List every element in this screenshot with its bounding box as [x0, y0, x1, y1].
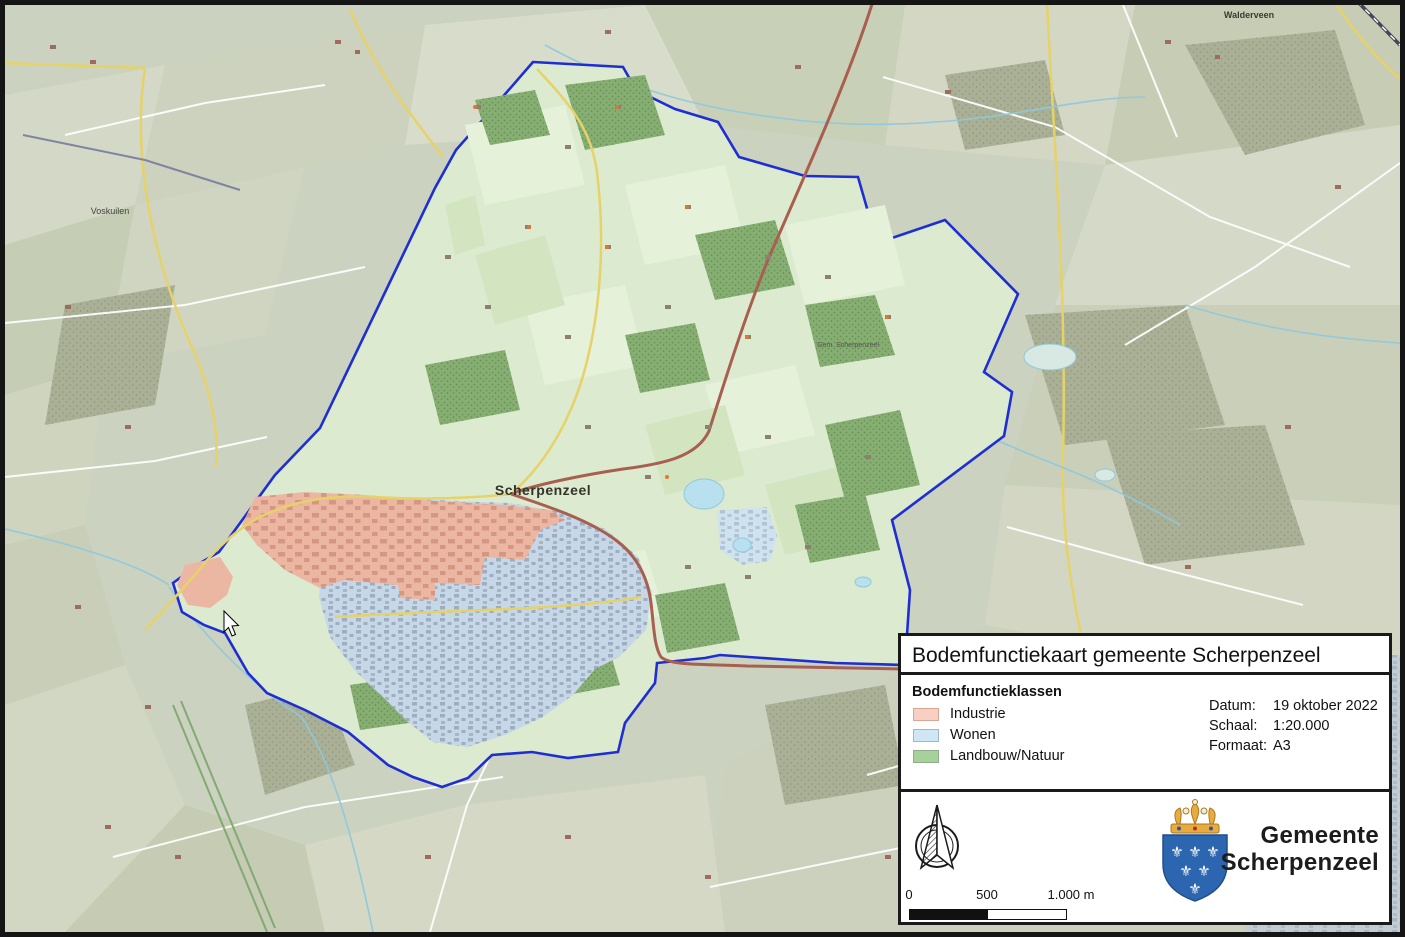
scalebar-tick-500: 500	[976, 887, 998, 902]
label-voskuilen: Voskuilen	[91, 206, 130, 216]
industrie-swatch	[913, 708, 939, 721]
landbouw-natuur-swatch	[913, 750, 939, 763]
meta-schaal: Schaal:1:20.000	[1209, 718, 1378, 734]
svg-text:⚜: ⚜	[1206, 843, 1219, 861]
meta-label: Formaat:	[1209, 738, 1273, 754]
svg-text:⚜: ⚜	[1179, 862, 1192, 880]
legend-item-label: Landbouw/Natuur	[950, 748, 1064, 764]
branding-line1: Gemeente	[1221, 822, 1379, 849]
map-metadata: Datum:19 oktober 2022 Schaal:1:20.000 Fo…	[1209, 694, 1378, 754]
wonen-swatch	[913, 729, 939, 742]
meta-formaat: Formaat:A3	[1209, 738, 1378, 754]
panel-footer: 0 500 1.000 m	[901, 792, 1389, 931]
label-gem-scherpenzeel: Gem. Scherpenzeel	[817, 342, 879, 349]
label-walderveen: Walderveen	[1224, 10, 1274, 20]
meta-label: Datum:	[1209, 698, 1273, 714]
scalebar-tick-1000: 1.000 m	[1048, 887, 1095, 902]
svg-text:⚜: ⚜	[1188, 880, 1201, 898]
meta-datum: Datum:19 oktober 2022	[1209, 698, 1378, 714]
svg-text:⚜: ⚜	[1188, 843, 1201, 861]
map-title: Bodemfunctiekaart gemeente Scherpenzeel	[901, 636, 1389, 675]
meta-label: Schaal:	[1209, 718, 1273, 734]
legend-item-label: Industrie	[950, 706, 1006, 722]
north-arrow-icon	[907, 798, 967, 888]
svg-text:⚜: ⚜	[1197, 862, 1210, 880]
legend-panel: Bodemfunctiekaart gemeente Scherpenzeel …	[898, 633, 1392, 925]
municipality-branding: Gemeente Scherpenzeel	[1221, 822, 1379, 876]
branding-line2: Scherpenzeel	[1221, 849, 1379, 876]
meta-value: 19 oktober 2022	[1273, 698, 1378, 714]
label-scherpenzeel: Scherpenzeel	[495, 482, 591, 498]
svg-text:⚜: ⚜	[1170, 843, 1183, 861]
legend-section: Bodemfunctieklassen Industrie Wonen Land…	[901, 684, 1389, 792]
legend-item-label: Wonen	[950, 727, 996, 743]
meta-value: A3	[1273, 738, 1291, 754]
map-document: Scherpenzeel Gem. Scherpenzeel Voskuilen…	[0, 0, 1405, 937]
meta-value: 1:20.000	[1273, 718, 1329, 734]
scalebar-tick-0: 0	[905, 887, 912, 902]
scalebar	[909, 909, 1067, 920]
crown-icon	[1171, 800, 1219, 834]
